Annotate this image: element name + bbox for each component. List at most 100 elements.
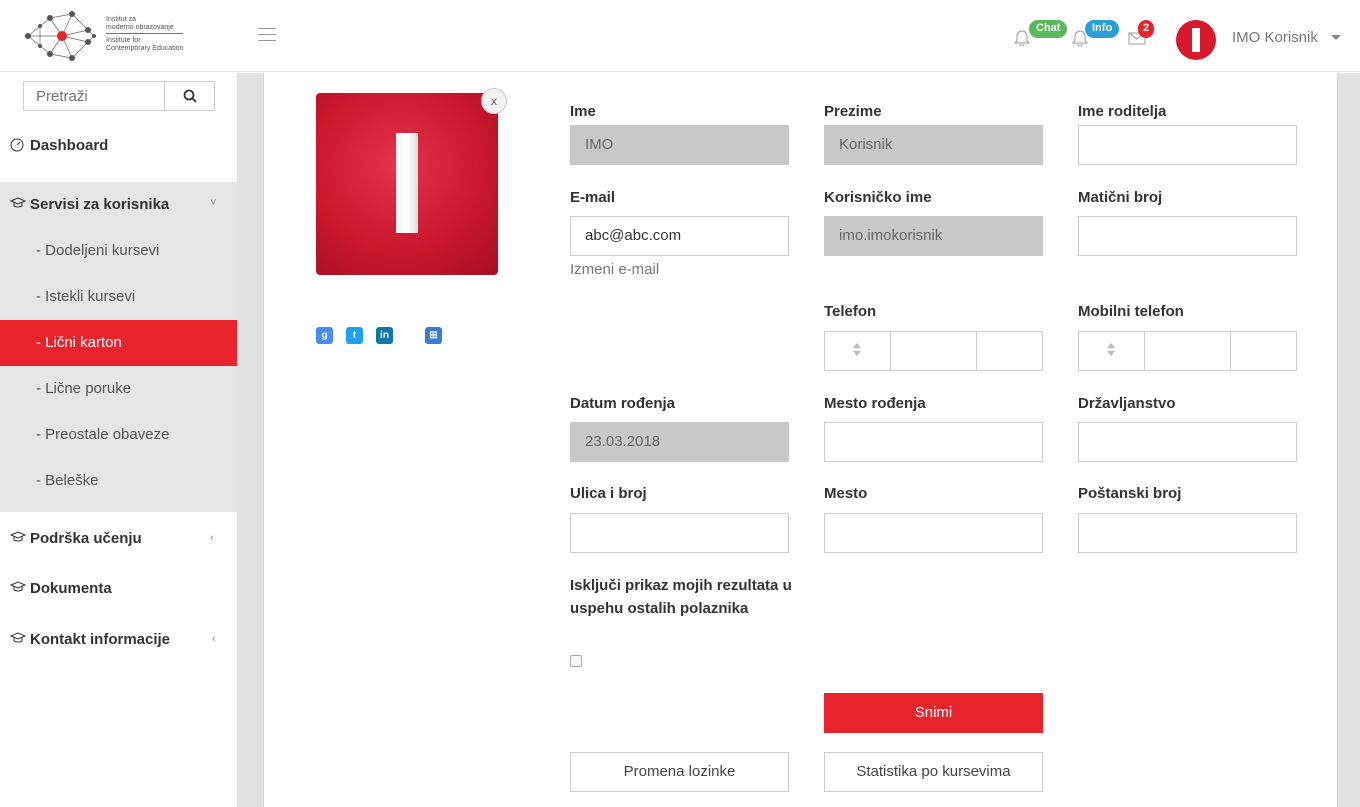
google-icon[interactable]: g [316,327,333,344]
top-header: Institut za moderno obrazovanje Institut… [0,0,1360,72]
sidebar-subitem-notes[interactable]: - Beleške [0,458,237,504]
email-field[interactable]: abc@abc.com [570,216,789,256]
logo[interactable]: Institut za moderno obrazovanje Institut… [20,8,200,64]
mobile-area-input[interactable] [1145,332,1231,370]
logo-network-icon [25,11,96,61]
user-avatar[interactable] [1176,20,1216,60]
search-button[interactable] [164,82,214,110]
logo-line-4: Contemporary Education [106,45,184,52]
profile-picture[interactable] [316,93,498,275]
search-box [23,81,215,111]
sidebar-item-services[interactable]: Servisi za korisnika ˅ [0,182,237,228]
sidebar-subitem-personal-record[interactable]: - Lični karton [0,320,237,366]
email-label: E-mail [570,189,616,206]
logo-line-2: moderno obrazovanje [106,24,184,34]
sidebar-subitem-remaining-obligations[interactable]: - Preostale obaveze [0,412,237,458]
sidebar-item-label: Servisi za korisnika [30,196,170,213]
parent-name-field[interactable] [1078,125,1297,165]
city-label: Mesto [824,485,868,502]
postal-label: Poštanski broj [1078,485,1182,502]
logo-text: Institut za moderno obrazovanje Institut… [106,16,184,53]
username-field[interactable]: imo.imokorisnik [824,216,1043,256]
spinner-arrows-icon [853,343,861,357]
change-email-link[interactable]: Izmeni e-mail [570,261,659,278]
chevron-down-icon[interactable] [1331,35,1341,40]
graduation-cap-icon [10,531,26,542]
save-button[interactable]: Snimi [824,693,1043,733]
course-stats-button[interactable]: Statistika po kursevima [824,752,1043,792]
first-name-field[interactable]: IMO [570,125,789,165]
last-name-label: Prezime [824,103,882,120]
spinner-arrows-icon [1107,343,1115,357]
twitter-icon[interactable]: t [346,327,363,344]
content-gutter-left [237,73,263,807]
mobile-label: Mobilni telefon [1078,303,1184,320]
graduation-cap-icon [10,581,26,592]
phone-area-input[interactable] [891,332,977,370]
sidebar-subitem-assigned-courses[interactable]: - Dodeljeni kursevi [0,228,237,274]
chevron-left-icon: ‹ [212,633,216,645]
subitem-label: - Dodeljeni kursevi [36,242,160,259]
phone-country-select[interactable] [825,332,891,370]
sidebar-item-label: Kontakt informacije [30,631,171,648]
birth-place-label: Mesto rođenja [824,395,926,412]
user-name[interactable]: IMO Korisnik [1232,29,1318,46]
search-icon [183,89,197,103]
info-badge[interactable]: Info [1085,20,1120,38]
hide-results-label: Isključi prikaz mojih rezultata u uspehu… [570,577,792,617]
subitem-label: - Istekli kursevi [36,288,136,305]
sidebar-item-dashboard[interactable]: Dashboard [0,123,237,169]
sidebar-subitem-expired-courses[interactable]: - Istekli kursevi [0,274,237,320]
citizenship-label: Državljanstvo [1078,395,1176,412]
sidebar-item-label: Dokumenta [30,580,112,597]
last-name-field[interactable]: Korisnik [824,125,1043,165]
sidebar-subitem-personal-messages[interactable]: - Lične poruke [0,366,237,412]
sidebar-item-label: Podrška učenju [30,530,142,547]
dashboard-gauge-icon [10,138,24,152]
birth-date-label: Datum rođenja [570,395,676,412]
subitem-label: - Preostale obaveze [36,426,170,443]
chevron-left-icon: ‹ [210,532,214,544]
subitem-label: - Beleške [36,472,99,489]
id-number-label: Matični broj [1078,189,1163,206]
sidebar-item-contact[interactable]: Kontakt informacije ‹ [0,617,237,663]
subitem-label: - Lični karton [36,334,122,351]
city-field[interactable] [824,513,1043,553]
first-name-label: Ime [570,103,596,120]
services-submenu: Servisi za korisnika ˅ - Dodeljeni kurse… [0,182,237,512]
sidebar-item-learning-support[interactable]: Podrška učenju ‹ [0,516,237,562]
phone-label: Telefon [824,303,877,320]
sidebar: Dashboard Servisi za korisnika ˅ - Dodel… [0,73,237,807]
parent-name-label: Ime roditelja [1078,103,1167,120]
remove-picture-button[interactable]: x [481,88,507,114]
birth-place-field[interactable] [824,422,1043,462]
id-number-field[interactable] [1078,216,1297,256]
phone-field[interactable] [824,331,1043,371]
hide-results-checkbox[interactable] [570,655,582,667]
birth-date-field[interactable]: 23.03.2018 [570,422,789,462]
postal-field[interactable] [1078,513,1297,553]
citizenship-field[interactable] [1078,422,1297,462]
sidebar-item-documents[interactable]: Dokumenta [0,566,237,612]
logo-line-1: Institut za [106,16,136,23]
subitem-label: - Lične poruke [36,380,132,397]
chat-badge[interactable]: Chat [1029,20,1068,38]
chevron-down-icon: ˅ [210,197,217,209]
linkedin-icon[interactable]: in [376,327,393,344]
content-gutter-right [1338,73,1360,807]
menu-toggle-icon[interactable] [258,28,276,42]
windows-live-icon[interactable]: ⊞ [425,327,442,344]
messages-count-badge[interactable]: 2 [1138,20,1155,38]
graduation-cap-icon [10,632,26,643]
logo-line-3: Institute for [106,37,141,44]
street-field[interactable] [570,513,789,553]
street-label: Ulica i broj [570,485,647,502]
change-password-button[interactable]: Promena lozinke [570,752,789,792]
mobile-field[interactable] [1078,331,1297,371]
mobile-country-select[interactable] [1079,332,1145,370]
username-label: Korisničko ime [824,189,932,206]
chat-bell-icon[interactable] [1014,28,1030,46]
search-input[interactable] [24,82,164,110]
graduation-cap-icon [10,197,26,208]
sidebar-item-label: Dashboard [30,137,109,154]
